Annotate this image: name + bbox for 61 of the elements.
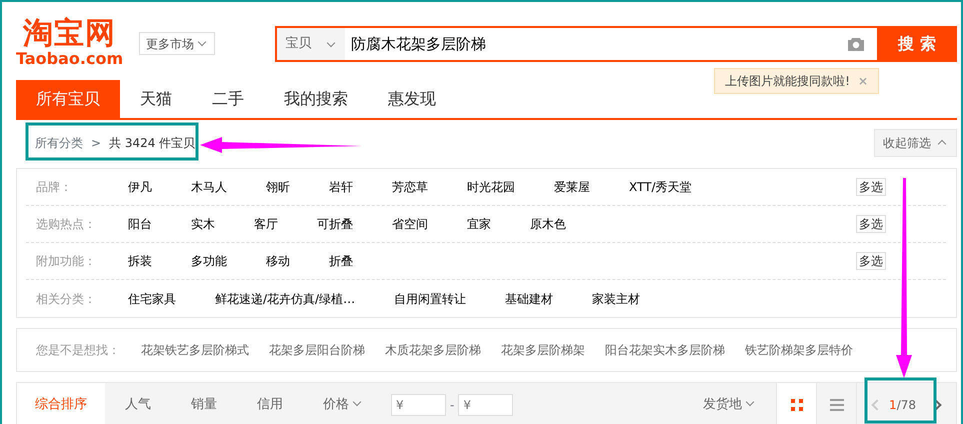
collapse-filter-button[interactable]: 收起筛选 bbox=[874, 129, 957, 157]
list-icon bbox=[830, 398, 844, 412]
filter-option[interactable]: 鲜花速递/花卉仿真/绿植… bbox=[215, 290, 394, 308]
filter-label: 品牌： bbox=[35, 179, 73, 196]
price-min-field[interactable]: ¥ bbox=[391, 394, 446, 416]
suggestion-link[interactable]: 花架多层阶梯架 bbox=[501, 341, 585, 359]
price-max-field[interactable]: ¥ bbox=[458, 394, 514, 416]
suggestion-label: 您是不是想找： bbox=[36, 342, 121, 359]
filter-option[interactable]: 原木色 bbox=[530, 215, 605, 233]
filter-option[interactable]: 岩轩 bbox=[329, 178, 392, 196]
filter-label: 附加功能： bbox=[35, 253, 97, 270]
suggestion-link[interactable]: 阳台花架实木多层阶梯 bbox=[605, 341, 725, 359]
filter-option[interactable]: 折叠 bbox=[329, 252, 392, 270]
filter-option[interactable]: 多功能 bbox=[191, 252, 266, 270]
filter-option[interactable]: 爱莱屋 bbox=[554, 178, 629, 196]
sort-option[interactable]: 销量 bbox=[171, 383, 237, 424]
filter-option[interactable]: 时光花园 bbox=[467, 178, 554, 196]
breadcrumb-separator: > bbox=[91, 135, 102, 152]
filter-option[interactable]: 芳恋草 bbox=[392, 178, 467, 196]
sort-option[interactable]: 人气 bbox=[105, 383, 171, 424]
suggestion-link[interactable]: 花架多层阳台阶梯 bbox=[269, 341, 365, 359]
suggestion-link[interactable]: 花架铁艺多层阶梯式 bbox=[141, 341, 249, 359]
filter-option[interactable]: 客厅 bbox=[254, 215, 317, 233]
grid-icon bbox=[790, 398, 804, 412]
multi-select-button[interactable]: 多选 bbox=[856, 252, 886, 270]
grid-view-button[interactable] bbox=[776, 383, 816, 424]
filter-label: 选购热点： bbox=[35, 216, 97, 233]
ship-from-dropdown[interactable]: 发货地 bbox=[683, 383, 776, 424]
multi-select-button[interactable]: 多选 bbox=[856, 178, 886, 196]
tab[interactable]: 天猫 bbox=[120, 80, 192, 118]
annotation-box bbox=[864, 378, 936, 424]
sort-option[interactable]: 价格 bbox=[303, 383, 383, 424]
tab[interactable]: 二手 bbox=[192, 80, 264, 118]
filter-option[interactable]: 拆装 bbox=[128, 252, 191, 270]
multi-select-button[interactable]: 多选 bbox=[856, 215, 886, 233]
price-separator: - bbox=[450, 397, 454, 414]
filter-option[interactable]: 木马人 bbox=[191, 178, 266, 196]
page-indicator: 1/78 bbox=[889, 397, 916, 414]
filter-option[interactable]: 家装主材 bbox=[592, 290, 680, 308]
camera-icon[interactable] bbox=[847, 36, 865, 51]
filter-option[interactable]: 阳台 bbox=[128, 215, 191, 233]
tooltip-text: 上传图片就能搜同款啦! bbox=[725, 74, 850, 88]
filter-option[interactable]: XTT/秀天堂 bbox=[629, 178, 731, 196]
filter-option[interactable]: 翎昕 bbox=[266, 178, 329, 196]
filter-option[interactable]: 实木 bbox=[191, 215, 254, 233]
filter-option[interactable]: 宜家 bbox=[467, 215, 530, 233]
breadcrumb-link[interactable]: 所有分类 bbox=[35, 134, 83, 152]
suggestion-link[interactable]: 铁艺阶梯架多层特价 bbox=[745, 341, 853, 359]
filter-label: 相关分类： bbox=[35, 290, 97, 308]
filter-option[interactable]: 自用闲置转让 bbox=[394, 290, 506, 308]
market-dropdown[interactable]: 更多市场 bbox=[139, 32, 216, 55]
filter-option[interactable]: 省空间 bbox=[392, 215, 467, 233]
filter-option[interactable]: 移动 bbox=[266, 252, 329, 270]
sort-option[interactable]: 信用 bbox=[237, 383, 303, 424]
filter-option[interactable]: 伊凡 bbox=[128, 178, 191, 196]
suggestion-link[interactable]: 木质花架多层阶梯 bbox=[385, 341, 481, 359]
filter-option[interactable]: 基础建材 bbox=[505, 290, 592, 308]
search-scope-dropdown[interactable]: 宝贝 bbox=[277, 28, 346, 60]
result-count: 共 3424 件宝贝 bbox=[109, 135, 196, 152]
filter-option[interactable]: 住宅家具 bbox=[128, 290, 215, 308]
filter-option[interactable]: 可折叠 bbox=[317, 215, 392, 233]
